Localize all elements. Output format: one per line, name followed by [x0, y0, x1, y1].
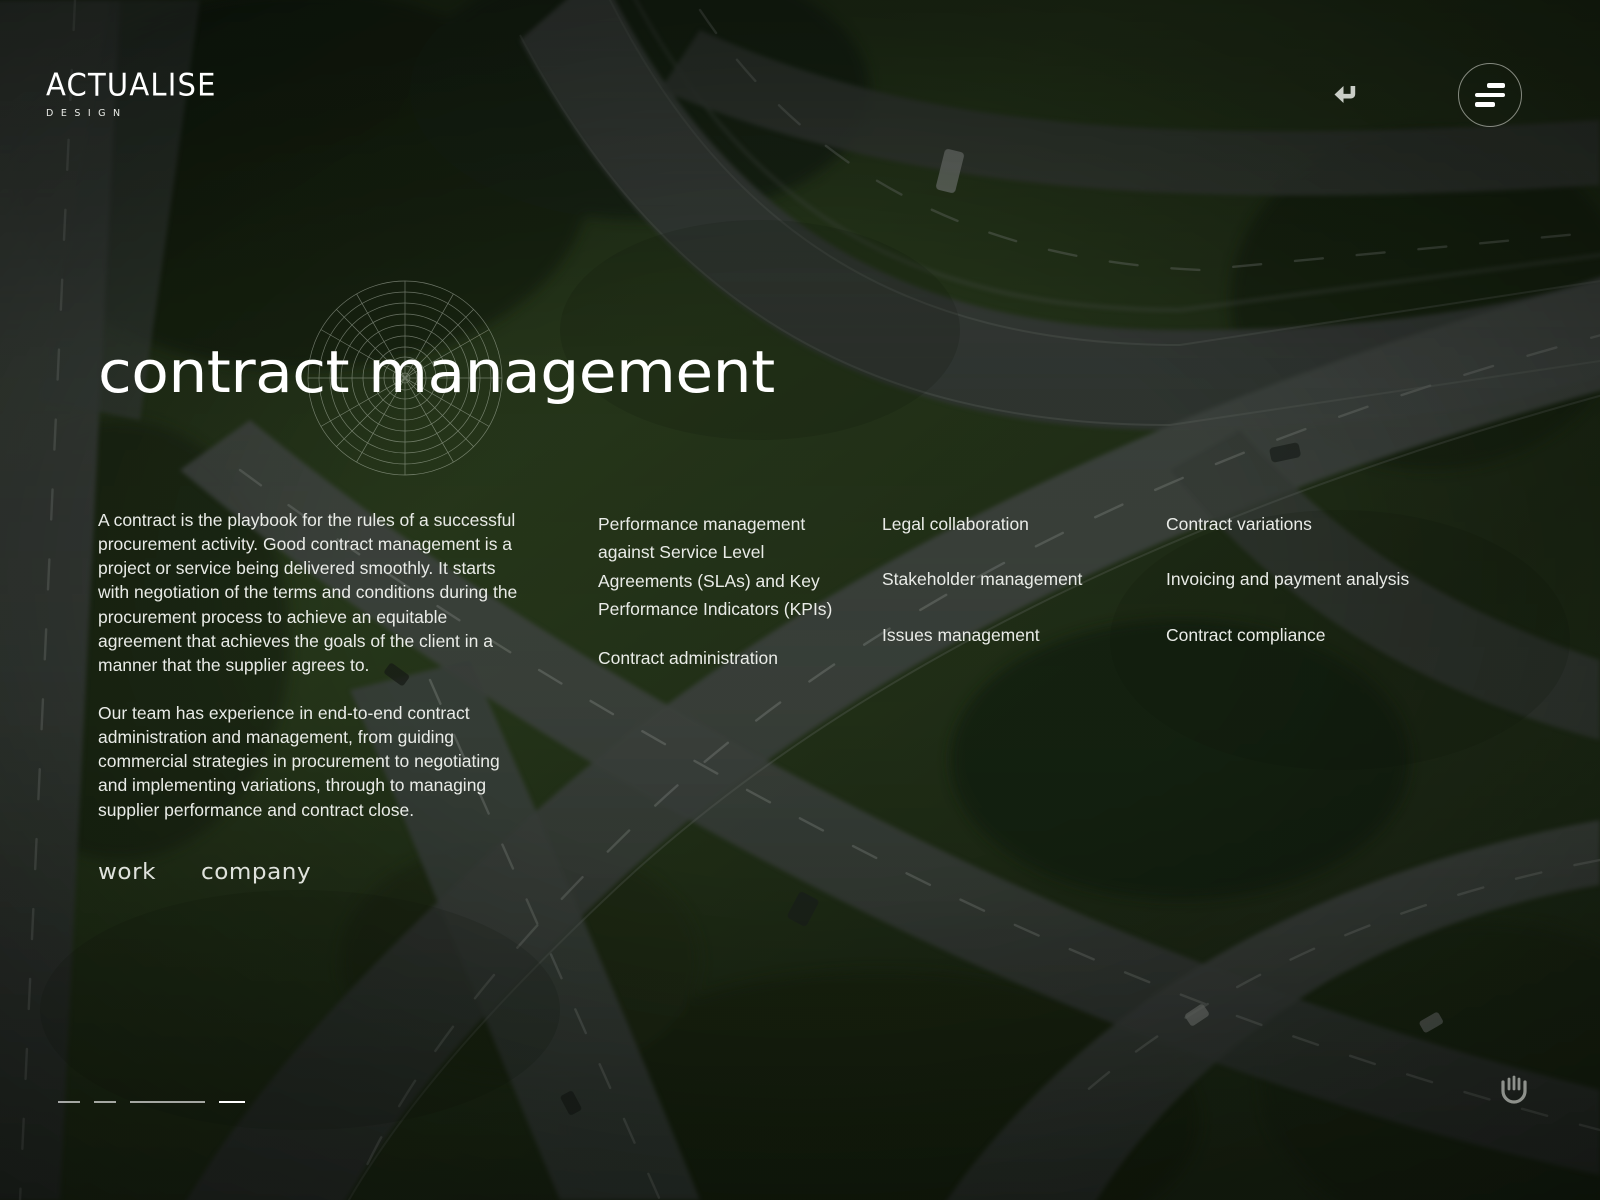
- services-column-1: Performance management against Service L…: [598, 510, 848, 694]
- service-item[interactable]: Contract compliance: [1166, 621, 1436, 649]
- service-item[interactable]: Stakeholder management: [882, 565, 1142, 593]
- brand-name: ACTUALISE: [46, 66, 217, 103]
- service-item[interactable]: Performance management against Service L…: [598, 510, 848, 623]
- page-root: ACTUALISE DESIGN contract management A c…: [0, 0, 1600, 1200]
- slider-progress-indicator[interactable]: [58, 1100, 245, 1103]
- intro-text-block: A contract is the playbook for the rules…: [98, 508, 523, 822]
- service-item[interactable]: Issues management: [882, 621, 1142, 649]
- nav-link-work[interactable]: work: [98, 860, 156, 885]
- slider-segment[interactable]: [94, 1100, 116, 1103]
- service-item[interactable]: Legal collaboration: [882, 510, 1142, 538]
- slider-segment-active[interactable]: [219, 1100, 245, 1103]
- grab-hand-icon[interactable]: [1494, 1068, 1534, 1108]
- service-item[interactable]: Contract administration: [598, 644, 848, 672]
- brand-tagline: DESIGN: [46, 108, 128, 119]
- slider-segment[interactable]: [58, 1100, 80, 1103]
- hamburger-menu-icon: [1475, 83, 1505, 107]
- menu-button[interactable]: [1458, 63, 1522, 127]
- intro-paragraph-1: A contract is the playbook for the rules…: [98, 510, 518, 675]
- nav-link-company[interactable]: company: [201, 860, 311, 885]
- brand-logo[interactable]: ACTUALISE DESIGN: [46, 66, 217, 119]
- back-button[interactable]: [1327, 78, 1367, 114]
- secondary-nav: work company: [98, 860, 311, 885]
- back-arrow-icon: [1334, 86, 1356, 103]
- site-header: ACTUALISE DESIGN: [0, 0, 1600, 190]
- page-title: contract management: [98, 338, 775, 406]
- intro-paragraph-2: Our team has experience in end-to-end co…: [98, 702, 500, 820]
- slider-segment[interactable]: [130, 1100, 205, 1103]
- service-item[interactable]: Invoicing and payment analysis: [1166, 565, 1436, 593]
- service-item[interactable]: Contract variations: [1166, 510, 1436, 538]
- services-column-3: Contract variations Invoicing and paymen…: [1166, 510, 1436, 676]
- services-column-2: Legal collaboration Stakeholder manageme…: [882, 510, 1142, 676]
